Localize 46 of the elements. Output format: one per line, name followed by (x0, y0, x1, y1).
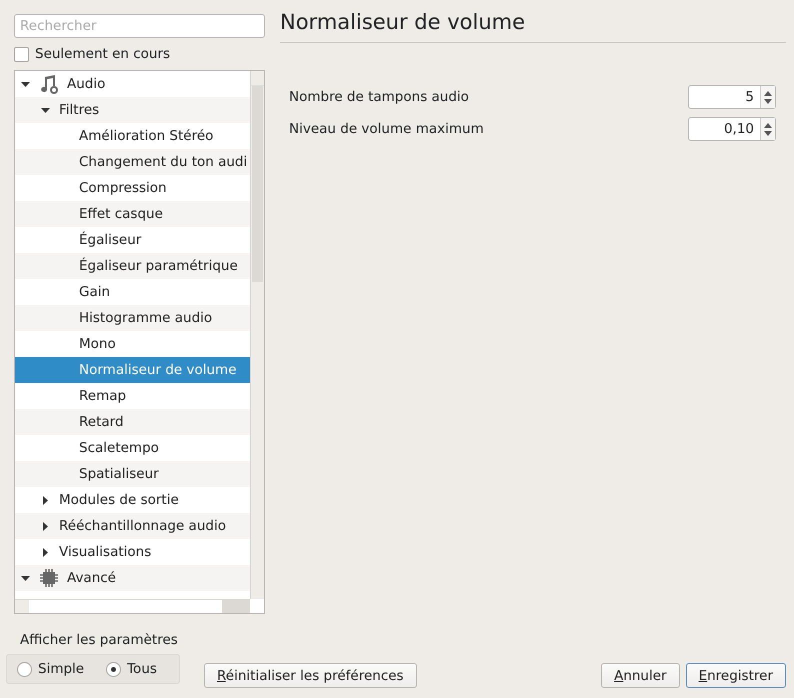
tree-item[interactable]: Audio (15, 71, 250, 97)
expand-arrow-icon[interactable] (41, 548, 50, 556)
collapse-arrow-icon[interactable] (21, 574, 30, 582)
dialog-button[interactable]: Enregistrer (686, 663, 786, 688)
tree-item[interactable]: Remap (15, 383, 250, 409)
tree-item[interactable]: Amélioration Stéréo (15, 123, 250, 149)
tree-item[interactable]: Changement du ton audi (15, 149, 250, 175)
tree-item[interactable]: Scaletempo (15, 435, 250, 461)
tree-item[interactable]: Filtres (15, 97, 250, 123)
group-label: Afficher les paramètres (20, 632, 179, 648)
tree-item[interactable]: Retard (15, 409, 250, 435)
vertical-scrollbar[interactable] (250, 71, 264, 599)
horizontal-scrollbar[interactable] (15, 599, 250, 613)
collapse-arrow-icon[interactable] (21, 80, 30, 88)
tree-item[interactable]: Effet casque (15, 201, 250, 227)
chip-icon (39, 568, 59, 588)
setting-label: Nombre de tampons audio (289, 89, 469, 105)
tree-item[interactable]: Spatialiseur (15, 461, 250, 487)
tree-item[interactable]: Égaliseur paramétrique (15, 253, 250, 279)
expand-arrow-icon[interactable] (41, 522, 50, 530)
panel-title: Normaliseur de volume (280, 10, 786, 43)
expand-arrow-icon[interactable] (41, 496, 50, 504)
search-field[interactable]: Rechercher (14, 14, 265, 38)
tree-item[interactable]: Visualisations (15, 539, 250, 565)
tree-item[interactable]: Compression (15, 175, 250, 201)
collapse-arrow-icon[interactable] (41, 106, 50, 114)
music-note-icon (39, 74, 59, 94)
tree-item[interactable]: Égaliseur (15, 227, 250, 253)
tree-item[interactable]: Avancé (15, 565, 250, 591)
checkbox[interactable] (14, 46, 29, 62)
setting-label: Niveau de volume maximum (289, 121, 484, 137)
dialog-button[interactable]: Annuler (601, 663, 680, 688)
radio-button[interactable] (17, 662, 32, 676)
radio-label: Simple (38, 661, 84, 677)
tree-item[interactable]: Mono (15, 331, 250, 357)
checkbox-label: Seulement en cours (35, 46, 170, 62)
tree-item[interactable]: Normaliseur de volume (15, 357, 250, 383)
radio-label: Tous (127, 661, 157, 677)
spin-box[interactable]: 0,10 (688, 117, 776, 141)
tree-item[interactable]: Gain (15, 279, 250, 305)
tree-item[interactable]: Modules de sortie (15, 487, 250, 513)
tree-item[interactable]: Rééchantillonnage audio (15, 513, 250, 539)
radio-button[interactable] (106, 662, 122, 676)
dialog-button[interactable]: Réinitialiser les préférences (204, 663, 417, 688)
spin-box[interactable]: 5 (688, 85, 776, 109)
tree-item[interactable]: Histogramme audio (15, 305, 250, 331)
